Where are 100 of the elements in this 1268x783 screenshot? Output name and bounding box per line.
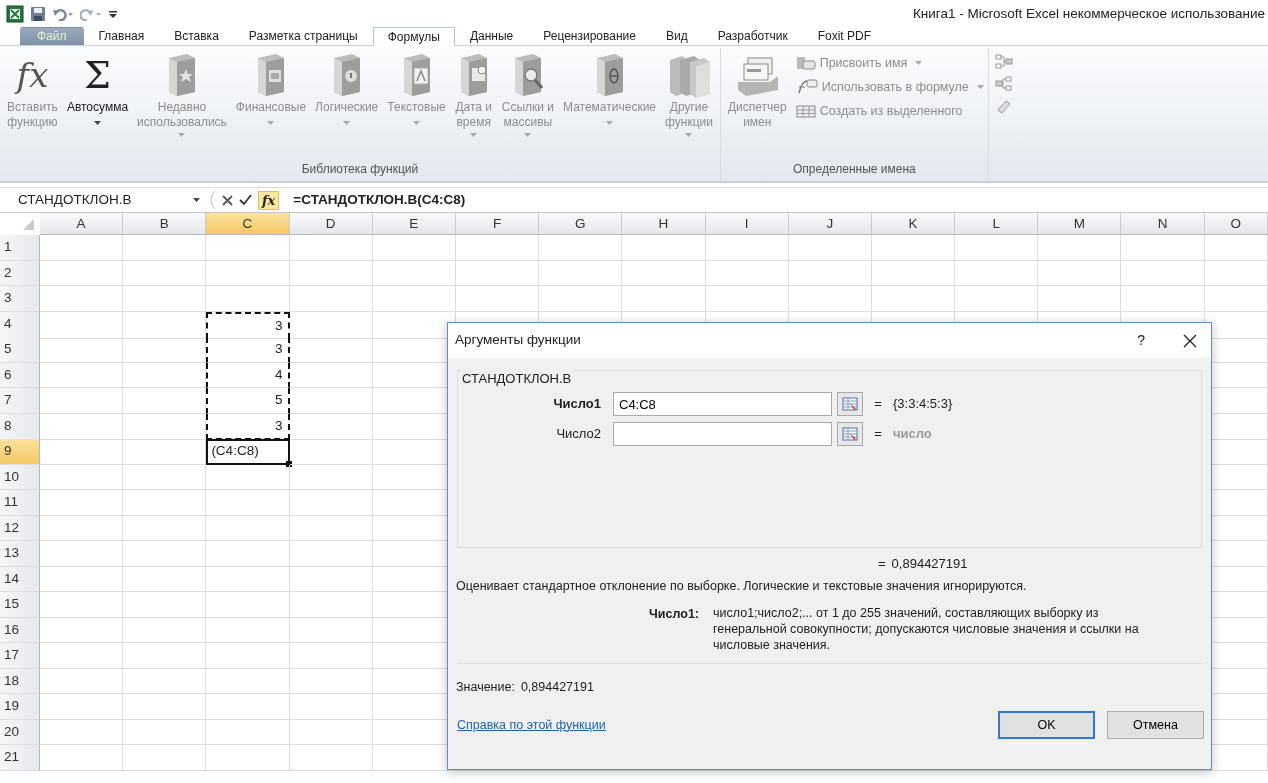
table-cell[interactable]: [871, 260, 956, 286]
row-header[interactable]: 7: [0, 388, 40, 414]
table-cell[interactable]: [289, 745, 373, 771]
table-cell[interactable]: [40, 490, 124, 516]
table-cell[interactable]: [955, 235, 1039, 261]
table-cell[interactable]: [123, 235, 207, 261]
table-cell[interactable]: [289, 260, 373, 286]
table-cell[interactable]: [622, 235, 706, 261]
row-header[interactable]: 12: [0, 515, 40, 541]
ribbon-tab[interactable]: Формулы: [372, 27, 455, 46]
table-cell[interactable]: [1121, 260, 1205, 286]
table-cell[interactable]: [289, 694, 373, 720]
row-header[interactable]: 21: [0, 745, 40, 771]
row-header[interactable]: 20: [0, 719, 40, 745]
table-cell[interactable]: [123, 745, 207, 771]
table-cell[interactable]: [289, 362, 373, 388]
table-cell[interactable]: [40, 260, 124, 286]
table-cell[interactable]: [622, 260, 706, 286]
column-header[interactable]: O: [1204, 213, 1268, 235]
table-cell[interactable]: [40, 439, 124, 465]
table-cell[interactable]: [289, 311, 373, 339]
row-header[interactable]: 19: [0, 694, 40, 720]
ribbon-tab[interactable]: Данные: [454, 27, 529, 45]
trace-dependents-icon[interactable]: [994, 76, 1013, 92]
fill-handle[interactable]: [285, 460, 292, 467]
checkmark-icon[interactable]: [239, 194, 252, 206]
table-cell[interactable]: [40, 719, 124, 745]
row-header[interactable]: 8: [0, 413, 40, 440]
row-header[interactable]: 16: [0, 617, 40, 643]
table-cell[interactable]: [289, 464, 373, 490]
table-cell[interactable]: [206, 592, 290, 618]
table-cell[interactable]: [40, 464, 124, 490]
table-cell[interactable]: [206, 617, 290, 643]
table-cell[interactable]: [289, 643, 373, 669]
table-cell[interactable]: [539, 235, 623, 261]
table-cell[interactable]: [289, 388, 373, 414]
table-cell[interactable]: [40, 643, 124, 669]
table-cell[interactable]: [123, 668, 207, 694]
ribbon-tab[interactable]: Разработчик: [702, 27, 803, 45]
table-cell[interactable]: [206, 235, 290, 261]
table-cell[interactable]: [1204, 260, 1268, 286]
close-icon[interactable]: [1183, 333, 1197, 348]
table-cell[interactable]: [40, 413, 124, 440]
trace-precedents-icon[interactable]: [994, 54, 1013, 70]
table-cell[interactable]: [123, 694, 207, 720]
table-cell[interactable]: [1038, 286, 1122, 312]
help-link[interactable]: Справка по этой функции: [457, 715, 606, 735]
name-box[interactable]: СТАНДОТКЛОН.В: [0, 188, 193, 212]
table-cell[interactable]: 3: [206, 337, 290, 363]
ribbon-tab[interactable]: Разметка страницы: [233, 27, 373, 45]
row-header[interactable]: 1: [0, 235, 40, 261]
table-cell[interactable]: 4: [206, 362, 290, 388]
table-cell[interactable]: [123, 286, 207, 312]
table-cell[interactable]: [123, 719, 207, 745]
table-cell[interactable]: [123, 260, 207, 286]
table-cell[interactable]: [123, 592, 207, 618]
column-header[interactable]: F: [455, 213, 540, 235]
row-header[interactable]: 11: [0, 490, 40, 516]
table-cell[interactable]: [455, 260, 540, 286]
collapse-dialog-button[interactable]: [837, 422, 863, 446]
row-header[interactable]: 18: [0, 668, 40, 694]
row-header[interactable]: 3: [0, 286, 40, 312]
table-cell[interactable]: [788, 260, 872, 286]
table-cell[interactable]: [40, 694, 124, 720]
table-cell[interactable]: [289, 566, 373, 592]
row-header[interactable]: 14: [0, 566, 40, 592]
table-cell[interactable]: [40, 337, 124, 363]
table-cell[interactable]: [455, 286, 540, 312]
ribbon-tab[interactable]: Foxit PDF: [802, 27, 886, 45]
row-header[interactable]: 15: [0, 592, 40, 618]
table-cell[interactable]: [372, 235, 456, 261]
table-cell[interactable]: [289, 592, 373, 618]
table-cell[interactable]: [206, 719, 290, 745]
column-header[interactable]: J: [788, 213, 872, 235]
table-cell[interactable]: [123, 362, 207, 388]
table-cell[interactable]: [40, 668, 124, 694]
table-cell[interactable]: [40, 311, 124, 339]
table-cell[interactable]: [788, 235, 872, 261]
dialog-button[interactable]: Отмена: [1107, 711, 1204, 739]
column-header[interactable]: D: [289, 213, 373, 235]
argument-field[interactable]: C4:C8: [613, 392, 832, 416]
table-cell[interactable]: [289, 617, 373, 643]
table-cell[interactable]: [289, 490, 373, 516]
table-cell[interactable]: [289, 719, 373, 745]
column-header[interactable]: I: [705, 213, 789, 235]
column-header[interactable]: H: [622, 213, 706, 235]
column-header[interactable]: N: [1121, 213, 1205, 235]
ribbon-tab[interactable]: Главная: [83, 27, 160, 45]
table-cell[interactable]: [206, 286, 290, 312]
table-cell[interactable]: [455, 235, 540, 261]
table-cell[interactable]: [289, 668, 373, 694]
table-cell[interactable]: [123, 566, 207, 592]
table-cell[interactable]: [40, 541, 124, 567]
table-cell[interactable]: [123, 617, 207, 643]
table-cell[interactable]: [123, 388, 207, 414]
table-cell[interactable]: [40, 235, 124, 261]
table-cell[interactable]: [206, 668, 290, 694]
table-cell[interactable]: 5: [206, 388, 290, 414]
save-icon[interactable]: [30, 6, 46, 22]
table-cell[interactable]: [123, 515, 207, 541]
